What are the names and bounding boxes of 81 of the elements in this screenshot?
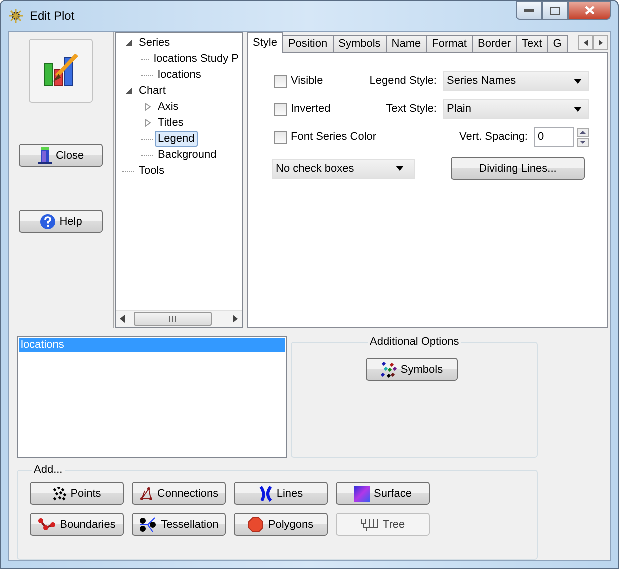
tessellation-icon bbox=[139, 516, 158, 532]
add-plot-button[interactable]: Boundaries bbox=[30, 513, 124, 536]
spin-up-button[interactable] bbox=[577, 128, 589, 136]
left-arrow-icon bbox=[120, 315, 126, 323]
minimize-button[interactable] bbox=[516, 1, 542, 20]
tree-item[interactable]: locations Study P bbox=[151, 51, 242, 67]
tree-item[interactable]: Axis bbox=[155, 99, 182, 115]
dropdown-arrow-icon bbox=[574, 78, 582, 84]
vert-spacing-label: Vert. Spacing: bbox=[460, 131, 528, 143]
scroll-left-button[interactable] bbox=[578, 35, 593, 50]
add-plot-button[interactable]: Points bbox=[30, 482, 124, 505]
tab[interactable]: Text bbox=[516, 35, 548, 53]
tree-item[interactable]: Chart bbox=[136, 83, 169, 99]
group-title: Add... bbox=[33, 464, 64, 476]
help-icon bbox=[40, 214, 56, 230]
add-plot-button[interactable]: Lines bbox=[234, 482, 328, 505]
tab[interactable]: Name bbox=[386, 35, 428, 53]
door-icon bbox=[38, 147, 52, 164]
dividing-lines-button[interactable]: Dividing Lines... bbox=[451, 157, 585, 180]
checkbox-label: Visible bbox=[291, 75, 324, 87]
checkbox-label: Inverted bbox=[291, 103, 331, 115]
window-title: Edit Plot bbox=[30, 9, 76, 23]
tree-item[interactable]: Series bbox=[136, 35, 174, 51]
tree-item[interactable]: Background bbox=[155, 147, 220, 163]
left-arrow-icon bbox=[584, 40, 588, 46]
tree-item[interactable]: locations bbox=[155, 67, 204, 83]
close-dialog-button[interactable]: Close bbox=[19, 144, 103, 167]
tab[interactable]: Border bbox=[472, 35, 518, 53]
checkbox[interactable] bbox=[274, 130, 287, 144]
boundary-icon bbox=[38, 518, 56, 532]
chart-logo-button[interactable] bbox=[29, 39, 93, 103]
bar-chart-brush-icon bbox=[43, 54, 79, 88]
vert-spacing-field[interactable]: 0 bbox=[534, 127, 574, 147]
help-button[interactable]: Help bbox=[19, 210, 103, 233]
add-plot-button[interactable]: Connections bbox=[132, 482, 226, 505]
tab[interactable]: Position bbox=[282, 35, 334, 53]
group-title: Additional Options bbox=[369, 336, 460, 348]
up-arrow-icon bbox=[580, 130, 586, 134]
legend-style-label: Legend Style: bbox=[370, 75, 437, 87]
text-style-dropdown[interactable]: Plain bbox=[443, 99, 589, 119]
app-icon bbox=[8, 8, 24, 24]
dropdown-arrow-icon bbox=[574, 106, 582, 112]
maximize-button[interactable] bbox=[542, 1, 568, 20]
triangle-icon bbox=[126, 40, 132, 46]
tree-item[interactable]: Tools bbox=[136, 163, 168, 179]
surface-icon bbox=[354, 486, 370, 502]
right-arrow-icon bbox=[598, 40, 602, 46]
add-plot-button[interactable]: Polygons bbox=[234, 513, 328, 536]
grip-icon bbox=[169, 316, 177, 322]
triangle-icon bbox=[126, 88, 132, 94]
minimize-icon bbox=[524, 9, 534, 12]
dots-icon bbox=[52, 486, 67, 500]
tab[interactable]: Style bbox=[247, 32, 284, 53]
lines-icon bbox=[258, 486, 273, 502]
octagon-icon bbox=[248, 516, 264, 532]
close-icon bbox=[584, 6, 594, 15]
dendrogram-icon bbox=[360, 518, 379, 532]
checkbox[interactable] bbox=[274, 102, 287, 116]
dropdown-arrow-icon bbox=[396, 166, 404, 171]
check-mode-dropdown[interactable]: No check boxes bbox=[272, 158, 415, 178]
tab[interactable]: Format bbox=[426, 35, 473, 53]
tree-item[interactable]: Titles bbox=[155, 115, 187, 131]
tab[interactable]: Symbols bbox=[332, 35, 387, 53]
tab[interactable]: G bbox=[547, 35, 568, 53]
scroll-right-button[interactable] bbox=[593, 35, 608, 50]
triangle-icon bbox=[139, 486, 154, 500]
maximize-icon bbox=[550, 6, 560, 14]
legend-style-dropdown[interactable]: Series Names bbox=[443, 71, 589, 91]
add-plot-button[interactable]: Surface bbox=[336, 482, 430, 505]
horizontal-scrollbar[interactable] bbox=[116, 310, 242, 327]
tree-item[interactable]: Legend bbox=[155, 131, 198, 147]
checkbox-label: Font Series Color bbox=[291, 131, 377, 143]
text-style-label: Text Style: bbox=[386, 103, 437, 115]
colored-dots-icon bbox=[380, 362, 397, 378]
right-arrow-icon bbox=[232, 315, 238, 323]
down-arrow-icon bbox=[580, 140, 586, 144]
close-button[interactable] bbox=[568, 1, 611, 20]
spin-down-button[interactable] bbox=[577, 138, 589, 146]
add-plot-button[interactable]: Tessellation bbox=[132, 513, 226, 536]
checkbox[interactable] bbox=[274, 74, 287, 88]
symbols-button[interactable]: Symbols bbox=[366, 358, 458, 381]
